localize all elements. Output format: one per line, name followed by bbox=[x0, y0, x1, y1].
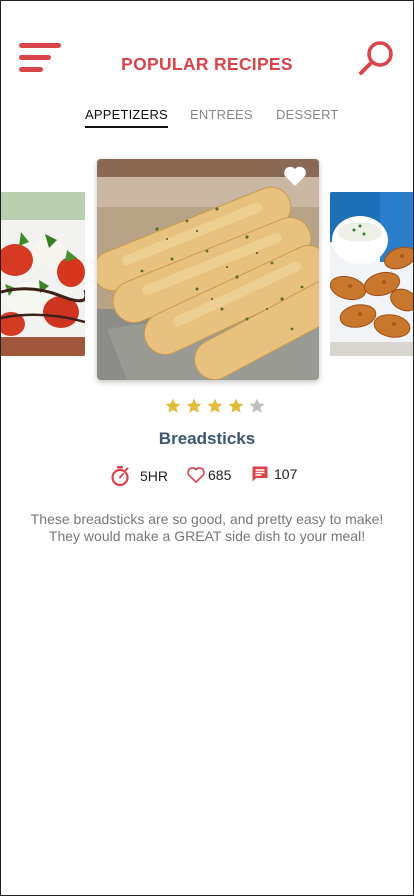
recipe-stats: 5HR 685 107 bbox=[1, 465, 413, 489]
star-empty-icon bbox=[249, 398, 265, 413]
recipe-title: Breadsticks bbox=[158, 429, 256, 448]
likes[interactable]: 685 bbox=[186, 465, 231, 485]
likes-count: 685 bbox=[208, 467, 232, 483]
breadsticks-image[interactable] bbox=[97, 159, 319, 380]
star-rating bbox=[164, 397, 266, 417]
tab-dessert[interactable]: DESSERT bbox=[276, 107, 339, 122]
heart-icon[interactable] bbox=[282, 164, 308, 188]
comments-count: 107 bbox=[274, 466, 298, 482]
star-filled-icon bbox=[228, 398, 244, 413]
star-filled-icon bbox=[207, 398, 223, 413]
page-title: POPULAR RECIPES bbox=[121, 54, 293, 74]
search-icon[interactable] bbox=[357, 38, 397, 78]
cook-time-label: 5HR bbox=[140, 468, 169, 484]
app-screen: POPULAR RECIPES APPETIZERS ENTREES DESSE… bbox=[0, 0, 414, 896]
recipe-description: These breadsticks are so good, and prett… bbox=[30, 511, 384, 544]
tab-appetizers[interactable]: APPETIZERS bbox=[85, 107, 168, 128]
comment-icon bbox=[252, 466, 268, 482]
caprese-salad-image[interactable] bbox=[1, 192, 85, 356]
star-filled-icon bbox=[186, 398, 202, 413]
chicken-wings-image[interactable] bbox=[330, 192, 413, 356]
comments[interactable]: 107 bbox=[251, 465, 297, 483]
tab-entrees[interactable]: ENTREES bbox=[190, 107, 253, 122]
stopwatch-icon bbox=[111, 466, 129, 487]
cook-time: 5HR bbox=[109, 465, 168, 487]
heart-outline-icon bbox=[187, 467, 205, 483]
star-filled-icon bbox=[165, 398, 181, 413]
category-tabs: APPETIZERS ENTREES DESSERT bbox=[1, 107, 413, 131]
